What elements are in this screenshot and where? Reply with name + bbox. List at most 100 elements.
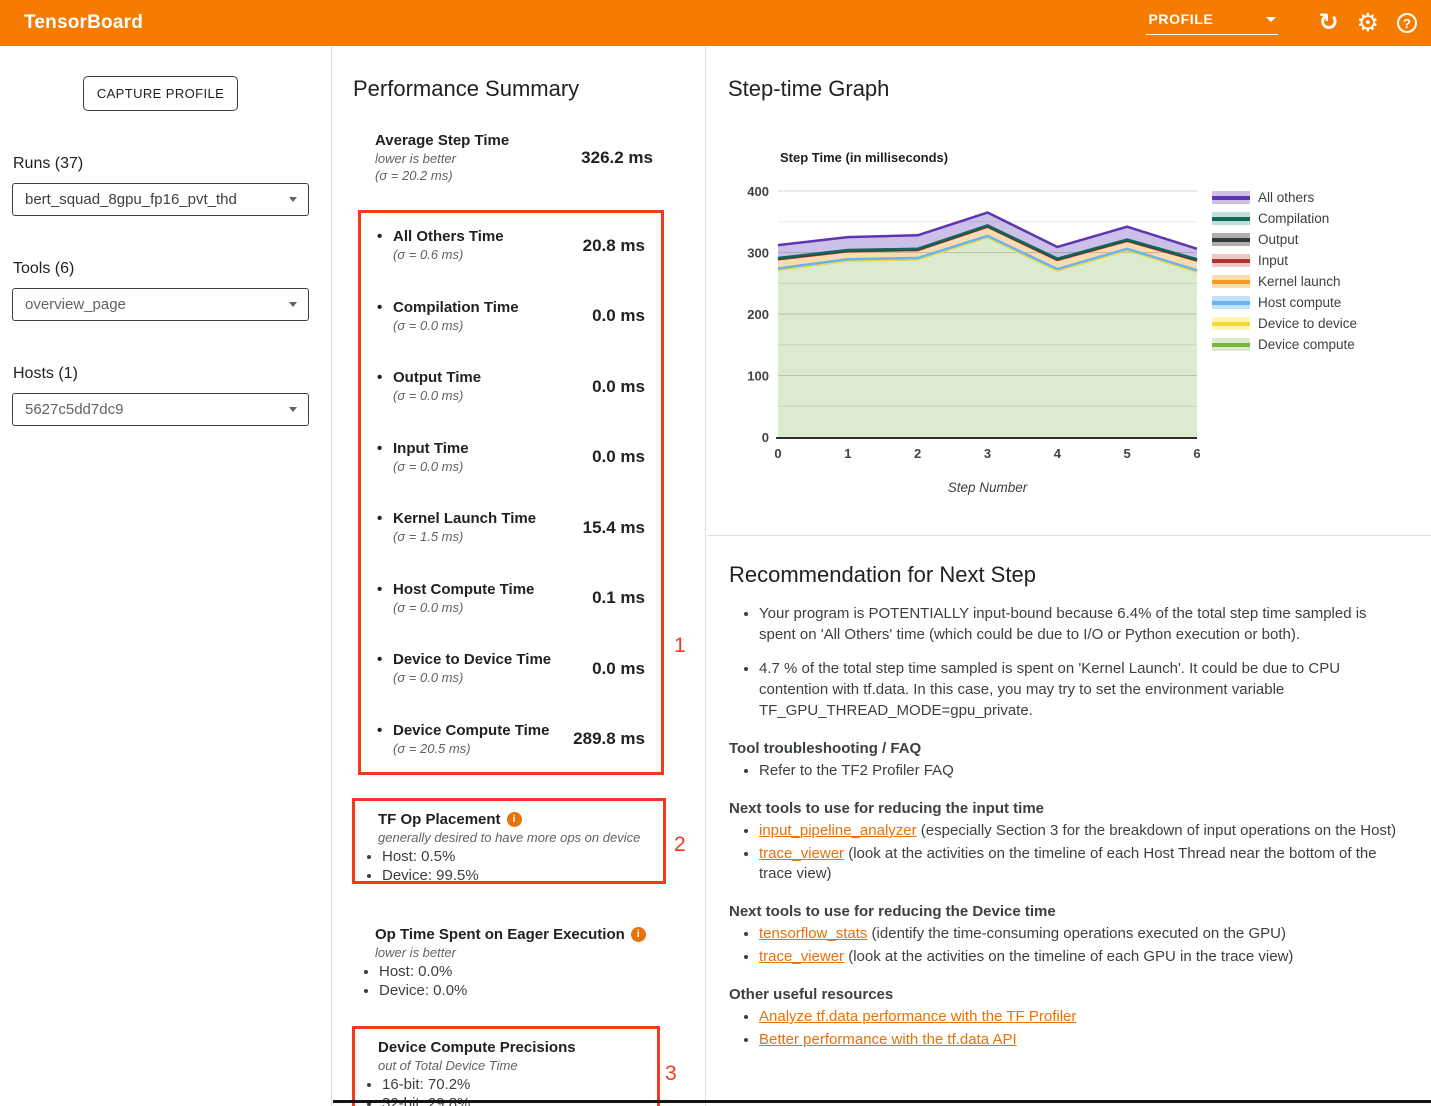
metric-name-block: Device to Device Time(σ = 0.0 ms) xyxy=(377,651,551,686)
sidebar: CAPTURE PROFILE Runs (37) bert_squad_8gp… xyxy=(0,46,332,1106)
annotation-label-2: 2 xyxy=(674,833,686,857)
metric-note: lower is better xyxy=(375,150,509,167)
metric-sigma: (σ = 0.0 ms) xyxy=(377,387,481,404)
metric-row: All Others Time(σ = 0.6 ms)20.8 ms xyxy=(377,228,645,263)
capture-profile-button[interactable]: CAPTURE PROFILE xyxy=(83,76,238,111)
metric-name: All Others Time xyxy=(377,228,504,246)
hosts-select[interactable]: 5627c5dd7dc9 xyxy=(12,393,309,426)
recommendation-section-list: tensorflow_stats (identify the time-cons… xyxy=(729,924,1405,967)
area-fill-device-compute xyxy=(778,237,1197,437)
metric-name-block: Device Compute Time(σ = 20.5 ms) xyxy=(377,722,549,757)
metric-sigma: (σ = 1.5 ms) xyxy=(377,528,536,545)
step-time-graph-panel: Step-time Graph Step Time (in millisecon… xyxy=(707,46,1431,536)
annotation-label-3: 3 xyxy=(665,1062,677,1086)
metric-sigma: (σ = 0.0 ms) xyxy=(377,599,534,616)
metric-name-block: All Others Time(σ = 0.6 ms) xyxy=(377,228,504,263)
tools-select[interactable]: overview_page xyxy=(12,288,309,321)
metric-name: Input Time xyxy=(377,440,469,458)
metric-value: 0.0 ms xyxy=(592,377,645,397)
recommendation-item: input_pipeline_analyzer (especially Sect… xyxy=(759,821,1405,841)
legend-label: Kernel launch xyxy=(1258,274,1341,289)
legend-swatch xyxy=(1212,212,1250,225)
metric-row: Input Time(σ = 0.0 ms) 0.0 ms xyxy=(377,440,645,475)
metric-name-block: Host Compute Time(σ = 0.0 ms) xyxy=(377,581,534,616)
metric-sigma: (σ = 20.2 ms) xyxy=(375,167,509,184)
recommendation-item-text: (identify the time-consuming operations … xyxy=(867,925,1286,942)
legend-swatch-line xyxy=(1212,322,1250,326)
help-icon[interactable]: ? xyxy=(1397,13,1417,33)
metric-value: 0.0 ms xyxy=(592,447,645,467)
annotation-label-1: 1 xyxy=(674,634,686,658)
legend-item-input: Input xyxy=(1212,254,1357,267)
reload-icon[interactable]: ↻ xyxy=(1318,11,1338,35)
runs-select-value: bert_squad_8gpu_fp16_pvt_thd xyxy=(25,191,237,208)
gear-icon[interactable]: ⚙ xyxy=(1357,11,1379,36)
average-step-time-row: Average Step Time lower is better (σ = 2… xyxy=(375,132,653,184)
right-column: Step-time Graph Step Time (in millisecon… xyxy=(707,46,1431,1106)
x-tick-label: 5 xyxy=(1124,446,1131,461)
recommendation-title: Recommendation for Next Step xyxy=(729,562,1405,588)
metric-name: Compilation Time xyxy=(377,299,519,317)
y-tick-label: 400 xyxy=(747,184,769,199)
recommendation-bullet: 4.7 % of the total step time sampled is … xyxy=(759,658,1405,721)
recommendation-bullets: Your program is POTENTIALLY input-bound … xyxy=(729,603,1405,721)
info-icon[interactable]: i xyxy=(631,927,646,942)
metric-name: Device Compute Time xyxy=(377,722,549,740)
metric-row: Compilation Time(σ = 0.0 ms)0.0 ms xyxy=(377,299,645,334)
legend-label: Output xyxy=(1258,232,1299,247)
performance-summary-title: Performance Summary xyxy=(353,76,579,102)
recommendation-item: tensorflow_stats (identify the time-cons… xyxy=(759,924,1405,944)
recommendation-section-heading: Tool troubleshooting / FAQ xyxy=(729,739,1405,759)
metric-row: Device Compute Time(σ = 20.5 ms)289.8 ms xyxy=(377,722,645,757)
legend-swatch xyxy=(1212,296,1250,309)
legend-swatch xyxy=(1212,338,1250,351)
recommendation-link[interactable]: tensorflow_stats xyxy=(759,925,867,942)
recommendation-link[interactable]: Analyze tf.data performance with the TF … xyxy=(759,1008,1076,1025)
recommendation-section-heading: Next tools to use for reducing the input… xyxy=(729,799,1405,819)
x-axis-label: Step Number xyxy=(948,480,1028,495)
x-tick-label: 1 xyxy=(844,446,851,461)
metric-name: Output Time xyxy=(377,369,481,387)
recommendation-panel: Recommendation for Next Step Your progra… xyxy=(707,562,1431,1050)
chevron-down-icon xyxy=(289,407,297,412)
dashboard-selector-value: PROFILE xyxy=(1148,11,1213,27)
recommendation-link[interactable]: input_pipeline_analyzer xyxy=(759,822,917,839)
runs-select[interactable]: bert_squad_8gpu_fp16_pvt_thd xyxy=(12,183,309,216)
metric-row: Device to Device Time(σ = 0.0 ms)0.0 ms xyxy=(377,651,645,686)
metric-name-block: Compilation Time(σ = 0.0 ms) xyxy=(377,299,519,334)
chevron-down-icon xyxy=(289,197,297,202)
legend-swatch xyxy=(1212,254,1250,267)
dashboard-selector[interactable]: PROFILE xyxy=(1146,11,1278,35)
recommendation-section-list: Refer to the TF2 Profiler FAQ xyxy=(729,761,1405,781)
eager-execution-title: Op Time Spent on Eager Execution xyxy=(375,925,625,944)
x-tick-label: 3 xyxy=(984,446,991,461)
legend-label: Device to device xyxy=(1258,316,1357,331)
legend-label: Input xyxy=(1258,253,1288,268)
info-icon[interactable]: i xyxy=(507,812,522,827)
legend-swatch xyxy=(1212,191,1250,204)
metric-sigma: (σ = 0.6 ms) xyxy=(377,246,504,263)
metric-name-block: Input Time(σ = 0.0 ms) xyxy=(377,440,469,475)
list-item: Host: 0.0% xyxy=(379,962,656,981)
metric-name: Kernel Launch Time xyxy=(377,510,536,528)
eager-execution-block: Op Time Spent on Eager Execution i lower… xyxy=(352,916,666,1006)
tf-op-placement-title: TF Op Placement xyxy=(378,810,501,829)
metric-row: Host Compute Time(σ = 0.0 ms)0.1 ms xyxy=(377,581,645,616)
x-tick-label: 6 xyxy=(1193,446,1200,461)
chart-legend: All othersCompilationOutputInputKernel l… xyxy=(1212,191,1357,359)
recommendation-link[interactable]: Better performance with the tf.data API xyxy=(759,1031,1017,1048)
content-bottom-border xyxy=(333,1100,1431,1103)
y-tick-label: 300 xyxy=(747,246,769,261)
y-tick-label: 0 xyxy=(762,430,769,445)
recommendation-item-text: (look at the activities on the timeline … xyxy=(844,948,1293,965)
y-tick-label: 200 xyxy=(747,307,769,322)
legend-label: Device compute xyxy=(1258,337,1355,352)
hosts-select-value: 5627c5dd7dc9 xyxy=(25,401,123,418)
app-header: TensorBoard PROFILE ↻ ⚙ ? xyxy=(0,0,1431,46)
recommendation-link[interactable]: trace_viewer xyxy=(759,845,844,862)
x-tick-label: 4 xyxy=(1054,446,1062,461)
recommendation-section-list: input_pipeline_analyzer (especially Sect… xyxy=(729,821,1405,884)
legend-item-host-compute: Host compute xyxy=(1212,296,1357,309)
recommendation-link[interactable]: trace_viewer xyxy=(759,948,844,965)
chevron-down-icon xyxy=(289,302,297,307)
